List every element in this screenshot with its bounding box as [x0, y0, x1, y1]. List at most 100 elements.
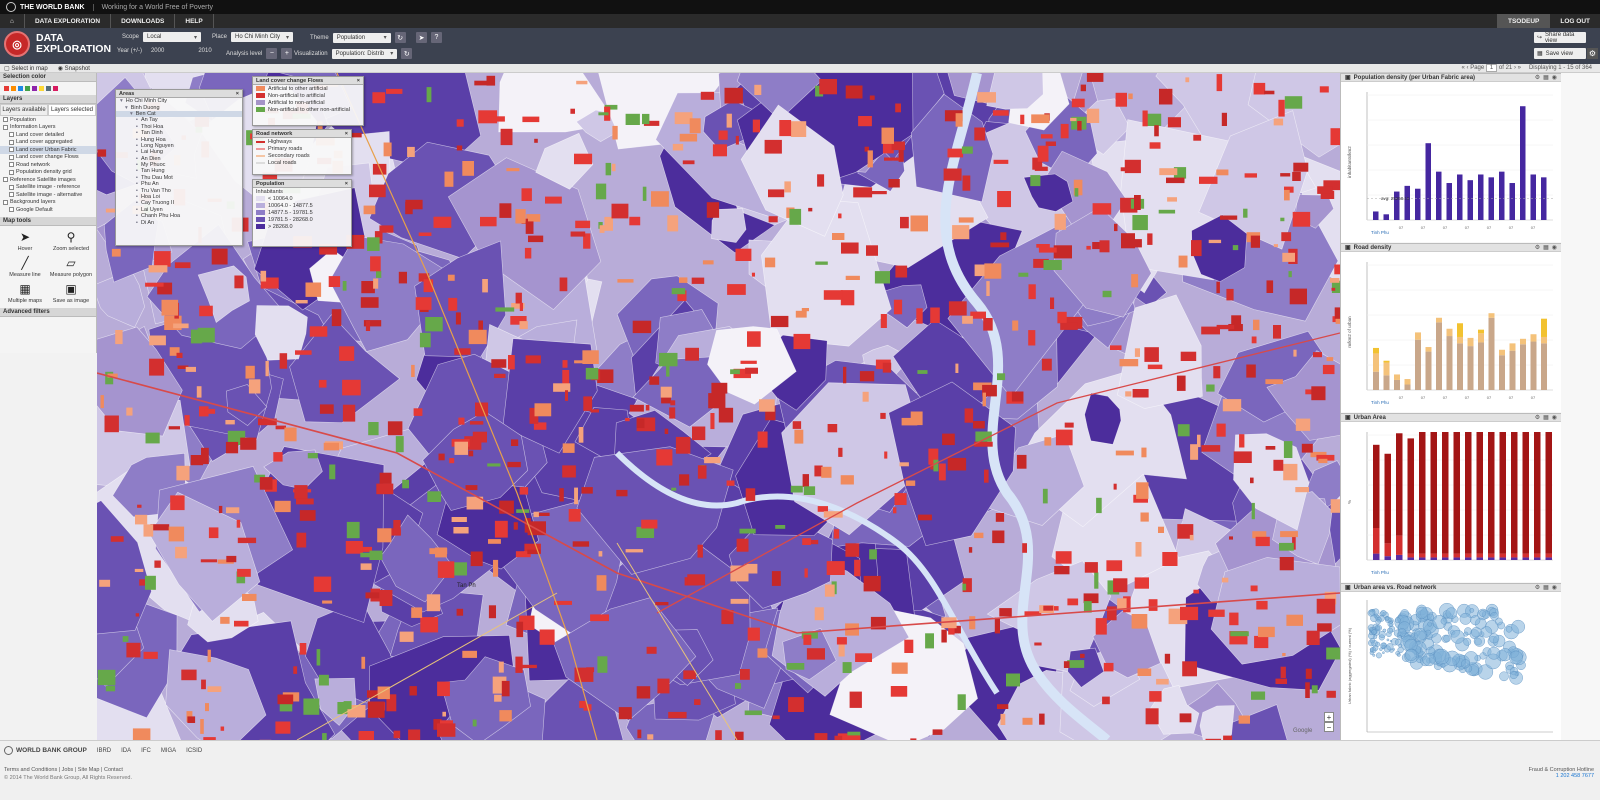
scatter-point[interactable]: [1422, 652, 1436, 667]
scatter-point[interactable]: [1405, 648, 1418, 661]
nav-user[interactable]: TSODEUP: [1496, 14, 1550, 28]
share-data-view-button[interactable]: ↪ Share data view: [1534, 32, 1586, 44]
color-swatch[interactable]: [46, 86, 51, 91]
theme-refresh-button[interactable]: ↻: [394, 32, 406, 43]
tool-zoom-selected[interactable]: ⚲ Zoom selected: [48, 230, 94, 252]
stacked-bar-segment[interactable]: [1430, 557, 1438, 560]
nav-data-exploration[interactable]: DATA EXPLORATION: [25, 14, 112, 28]
scatter-point[interactable]: [1440, 663, 1446, 668]
layer-checkbox[interactable]: [9, 192, 14, 198]
page-input[interactable]: 1: [1485, 64, 1498, 72]
scatter-point[interactable]: [1511, 619, 1525, 634]
scatter-point[interactable]: [1427, 613, 1435, 621]
camera-icon[interactable]: ◉: [1552, 584, 1557, 591]
color-swatch[interactable]: [32, 86, 37, 91]
close-icon[interactable]: ×: [236, 91, 239, 97]
stacked-bar-segment[interactable]: [1436, 322, 1442, 390]
stacked-bar-segment[interactable]: [1457, 323, 1463, 337]
stacked-bar-segment[interactable]: [1415, 339, 1421, 390]
settings-icon[interactable]: ⚙: [1535, 414, 1540, 421]
scope-select[interactable]: Local ▾: [143, 32, 202, 42]
pointer-icon[interactable]: ➤: [416, 32, 427, 43]
stacked-bar-segment[interactable]: [1407, 553, 1415, 558]
layers-header[interactable]: Layers: [0, 95, 96, 104]
layer-checkbox[interactable]: [9, 132, 14, 138]
stacked-bar-segment[interactable]: [1541, 318, 1547, 337]
stacked-bar-segment[interactable]: [1534, 557, 1541, 560]
scatter-point[interactable]: [1487, 646, 1501, 660]
stacked-bar-segment[interactable]: [1453, 432, 1461, 554]
stacked-bar-segment[interactable]: [1476, 557, 1484, 560]
stacked-bar-segment[interactable]: [1453, 557, 1461, 560]
scatter-point[interactable]: [1443, 634, 1451, 643]
areas-panel-header[interactable]: Areas ×: [116, 90, 242, 98]
layer-item[interactable]: Background layers: [0, 199, 96, 207]
stacked-bar-segment[interactable]: [1488, 553, 1495, 558]
chart-header[interactable]: ▣ Road density ⚙ ▦ ◉: [1341, 243, 1561, 252]
scatter-point[interactable]: [1509, 650, 1523, 665]
stacked-bar-segment[interactable]: [1404, 379, 1411, 385]
stacked-bar-segment[interactable]: [1453, 553, 1461, 558]
stacked-bar-segment[interactable]: [1488, 432, 1495, 554]
layer-checkbox[interactable]: [3, 199, 8, 205]
stacked-bar-segment[interactable]: [1419, 557, 1426, 560]
stacked-bar-segment[interactable]: [1499, 355, 1505, 390]
stacked-bar-segment[interactable]: [1384, 453, 1392, 544]
bar[interactable]: [1436, 171, 1442, 220]
stacked-bar-segment[interactable]: [1476, 553, 1484, 558]
stacked-bar-segment[interactable]: [1396, 433, 1403, 536]
urban-area-chart[interactable]: % Tinh Phu: [1341, 422, 1561, 582]
stacked-bar-segment[interactable]: [1522, 557, 1530, 560]
scatter-point[interactable]: [1375, 641, 1381, 647]
table-icon[interactable]: ▦: [1543, 584, 1549, 591]
camera-icon[interactable]: ◉: [1552, 74, 1557, 81]
scatter-point[interactable]: [1369, 637, 1376, 644]
stacked-bar-segment[interactable]: [1534, 432, 1541, 554]
member-miga[interactable]: MIGA: [161, 748, 176, 754]
table-icon[interactable]: ▦: [1543, 414, 1549, 421]
layer-checkbox[interactable]: [9, 162, 14, 168]
stacked-bar-segment[interactable]: [1415, 332, 1421, 340]
scatter-point[interactable]: [1479, 609, 1487, 617]
place-select[interactable]: Ho Chi Minh City ▾: [231, 32, 294, 42]
stacked-bar-segment[interactable]: [1541, 343, 1547, 390]
stacked-bar-segment[interactable]: [1457, 336, 1463, 344]
scatter-point[interactable]: [1376, 652, 1382, 659]
zoom-in-button[interactable]: +: [1324, 712, 1334, 722]
map-tools-header[interactable]: Map tools: [0, 216, 96, 226]
bar[interactable]: [1478, 174, 1484, 220]
visualization-select[interactable]: Population: Distrib ▾: [331, 48, 398, 59]
stacked-bar-segment[interactable]: [1478, 342, 1484, 390]
road-legend-header[interactable]: Road network ×: [253, 130, 351, 138]
stacked-bar-segment[interactable]: [1522, 432, 1530, 554]
tool-measure-polygon[interactable]: ▱ Measure polygon: [48, 256, 94, 278]
zoom-out-button[interactable]: −: [1324, 722, 1334, 732]
stacked-bar-segment[interactable]: [1404, 384, 1411, 390]
layer-item[interactable]: Land cover change Flows: [0, 154, 96, 162]
close-icon[interactable]: ×: [345, 131, 348, 137]
layer-item[interactable]: Population density grid: [0, 169, 96, 177]
camera-icon[interactable]: ◉: [1552, 244, 1557, 251]
stacked-bar-segment[interactable]: [1499, 557, 1507, 560]
stacked-bar-segment[interactable]: [1488, 313, 1495, 318]
stacked-bar-segment[interactable]: [1384, 556, 1392, 560]
scatter-point[interactable]: [1387, 621, 1394, 627]
scatter-point[interactable]: [1469, 608, 1475, 613]
nav-logout[interactable]: LOG OUT: [1549, 14, 1600, 28]
layer-item[interactable]: Land cover Urban Fabric: [0, 146, 96, 154]
layer-item[interactable]: Land cover detailed: [0, 131, 96, 139]
layer-checkbox[interactable]: [9, 184, 14, 190]
scatter-point[interactable]: [1397, 635, 1403, 640]
population-density-chart[interactable]: inhabitants/km2 avg: 25258.15 Tinh Phu 07 07…: [1341, 82, 1561, 242]
scatter-point[interactable]: [1384, 616, 1390, 621]
home-icon[interactable]: ⌂: [0, 14, 25, 28]
stacked-bar-segment[interactable]: [1373, 553, 1380, 560]
layer-item[interactable]: Google Default: [0, 206, 96, 214]
layer-checkbox[interactable]: [9, 154, 14, 160]
bar[interactable]: [1404, 185, 1411, 220]
stacked-bar-segment[interactable]: [1545, 553, 1553, 558]
scatter-point[interactable]: [1499, 671, 1509, 682]
tab-layers-available[interactable]: Layers available: [0, 104, 48, 116]
stacked-bar-segment[interactable]: [1430, 553, 1438, 558]
stacked-bar-segment[interactable]: [1545, 557, 1553, 560]
